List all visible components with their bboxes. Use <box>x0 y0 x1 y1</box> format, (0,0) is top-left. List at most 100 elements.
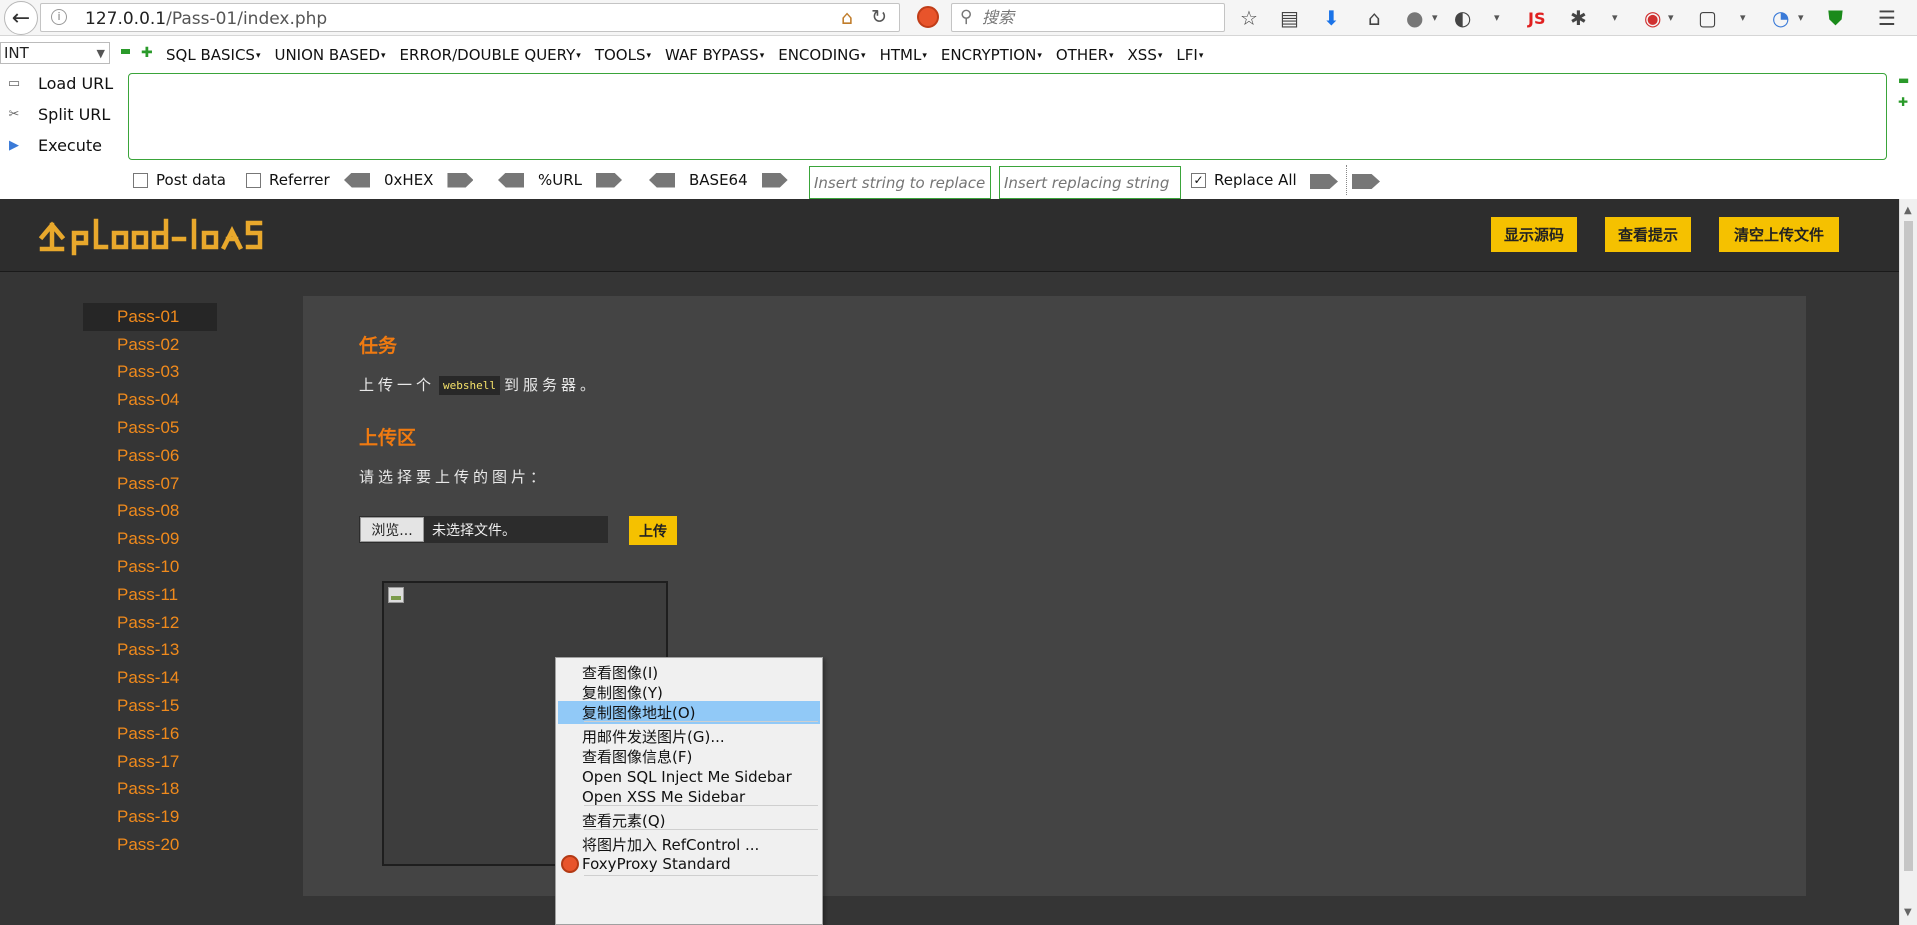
chevron-down-icon[interactable]: ▾ <box>1612 11 1618 24</box>
reload-icon[interactable]: ↻ <box>871 6 887 28</box>
decode-arrow-icon[interactable] <box>649 172 675 188</box>
replace-all-checkbox[interactable]: ✓ Replace All <box>1191 171 1297 189</box>
clear-uploads-button[interactable]: 清空上传文件 <box>1719 217 1839 252</box>
search-input[interactable] <box>982 7 1212 28</box>
plus-icon[interactable]: ✚ <box>1898 95 1908 109</box>
palette-icon[interactable]: ◐ <box>1454 4 1471 32</box>
nav-item-pass-08[interactable]: Pass-08 <box>83 498 217 526</box>
addon-globe-icon[interactable]: ● <box>1406 4 1423 32</box>
nav-item-pass-16[interactable]: Pass-16 <box>83 720 217 748</box>
nav-item-pass-02[interactable]: Pass-02 <box>83 331 217 359</box>
nav-item-pass-20[interactable]: Pass-20 <box>83 831 217 859</box>
browse-button[interactable]: 浏览... <box>360 517 424 542</box>
language-icon[interactable]: ◔ <box>1772 4 1789 32</box>
home-icon[interactable]: ⌂ <box>841 7 853 29</box>
type-select-value: INT <box>4 44 29 62</box>
encode-arrow-icon[interactable] <box>447 172 474 188</box>
context-menu-item[interactable]: FoxyProxy Standard <box>558 852 820 875</box>
nav-item-pass-09[interactable]: Pass-09 <box>83 525 217 553</box>
hackbar-menu-item[interactable]: WAF BYPASS <box>665 46 764 64</box>
nav-item-pass-17[interactable]: Pass-17 <box>83 748 217 776</box>
replace-all-arrow-icon[interactable] <box>1352 174 1380 189</box>
search-box[interactable]: ⚲ <box>951 3 1225 32</box>
noscript-icon[interactable] <box>917 6 939 28</box>
minus-icon[interactable]: ▬ <box>1898 73 1909 87</box>
nav-item-pass-11[interactable]: Pass-11 <box>83 581 217 609</box>
chevron-down-icon[interactable]: ▾ <box>1668 11 1674 24</box>
address-bar[interactable]: i 127.0.0.1/Pass-01/index.php ⌂ ↻ <box>40 3 900 32</box>
nav-item-pass-10[interactable]: Pass-10 <box>83 553 217 581</box>
nav-item-pass-18[interactable]: Pass-18 <box>83 776 217 804</box>
scroll-up-icon[interactable]: ▲ <box>1904 205 1912 216</box>
chevron-down-icon[interactable]: ▾ <box>1740 11 1746 24</box>
nav-item-pass-15[interactable]: Pass-15 <box>83 692 217 720</box>
hackbar-menu-item[interactable]: ENCRYPTION <box>941 46 1042 64</box>
page-scrollbar[interactable]: ▲ ▼ <box>1899 199 1917 925</box>
hamburger-menu-icon[interactable]: ☰ <box>1878 4 1896 32</box>
encode-arrow-icon[interactable] <box>596 172 623 188</box>
checkbox-box[interactable] <box>133 172 148 188</box>
nav-item-pass-12[interactable]: Pass-12 <box>83 609 217 637</box>
info-icon[interactable]: i <box>51 9 67 25</box>
download-icon[interactable]: ⬇ <box>1323 4 1340 32</box>
encode-arrow-icon[interactable] <box>761 172 788 188</box>
context-menu-label: Open XSS Me Sidebar <box>582 787 746 806</box>
chevron-down-icon[interactable]: ▾ <box>1432 11 1438 24</box>
broken-image-icon <box>388 587 404 603</box>
chevron-down-icon[interactable]: ▾ <box>1798 11 1804 24</box>
execute-button[interactable]: ▶ Execute <box>0 133 120 157</box>
replace-arrow-icon[interactable] <box>1310 174 1338 189</box>
hackbar-menu-item[interactable]: HTML <box>880 46 927 64</box>
replacing-string-input[interactable] <box>999 166 1181 199</box>
replace-string-input[interactable] <box>809 166 991 199</box>
hackbar-menu-item[interactable]: TOOLS <box>595 46 651 64</box>
nav-item-pass-03[interactable]: Pass-03 <box>83 359 217 387</box>
scroll-down-icon[interactable]: ▼ <box>1904 907 1912 918</box>
shield-icon[interactable]: ⛊ <box>1828 4 1843 32</box>
hackbar-menu-item[interactable]: SQL BASICS <box>166 46 260 64</box>
home-button-icon[interactable]: ⌂ <box>1368 4 1381 32</box>
post-data-checkbox[interactable]: Post data <box>133 171 226 189</box>
hackbar-menu-item[interactable]: UNION BASED <box>274 46 385 64</box>
hackbar-menu-item[interactable]: XSS <box>1128 46 1163 64</box>
reading-list-icon[interactable]: ▤ <box>1280 4 1299 32</box>
bug-icon[interactable]: ✱ <box>1570 4 1587 32</box>
decode-arrow-icon[interactable] <box>344 172 370 188</box>
plus-icon[interactable]: ✚ <box>141 45 153 61</box>
load-url-button[interactable]: ▭ Load URL <box>0 71 120 95</box>
hackbar-menu-item[interactable]: LFI <box>1176 46 1203 64</box>
url-host: 127.0.0.1 <box>85 9 167 29</box>
show-hint-button[interactable]: 查看提示 <box>1605 217 1691 252</box>
nav-item-pass-06[interactable]: Pass-06 <box>83 442 217 470</box>
hackbar-menu-item[interactable]: OTHER <box>1056 46 1114 64</box>
referrer-checkbox[interactable]: Referrer <box>246 171 330 189</box>
js-toggle-icon[interactable]: JS <box>1528 4 1545 32</box>
split-url-label: Split URL <box>38 104 111 124</box>
hackbar-menu-item[interactable]: ERROR/DOUBLE QUERY <box>400 46 581 64</box>
file-input[interactable]: 浏览... 未选择文件。 <box>359 516 608 543</box>
nav-item-pass-01[interactable]: Pass-01 <box>83 303 217 331</box>
nav-item-pass-05[interactable]: Pass-05 <box>83 414 217 442</box>
nav-item-pass-19[interactable]: Pass-19 <box>83 803 217 831</box>
url-textarea[interactable] <box>128 73 1887 160</box>
checkbox-box[interactable]: ✓ <box>1191 172 1206 188</box>
hackbar-menu-item[interactable]: ENCODING <box>778 46 865 64</box>
nav-item-pass-13[interactable]: Pass-13 <box>83 637 217 665</box>
nav-item-pass-14[interactable]: Pass-14 <box>83 664 217 692</box>
split-url-button[interactable]: ✂ Split URL <box>0 102 120 126</box>
checkbox-box[interactable] <box>246 172 261 188</box>
back-button[interactable]: ← <box>4 1 38 35</box>
chevron-down-icon[interactable]: ▾ <box>1494 11 1500 24</box>
scrollbar-thumb[interactable] <box>1904 221 1913 871</box>
type-select[interactable]: INT ▼ <box>0 42 110 64</box>
upload-button[interactable]: 上传 <box>629 516 677 545</box>
proxy-icon[interactable]: ◉ <box>1644 4 1661 32</box>
nav-item-pass-04[interactable]: Pass-04 <box>83 386 217 414</box>
minus-icon[interactable] <box>121 49 130 54</box>
show-source-button[interactable]: 显示源码 <box>1491 217 1577 252</box>
url-text[interactable]: 127.0.0.1/Pass-01/index.php <box>85 9 327 29</box>
nav-item-pass-07[interactable]: Pass-07 <box>83 470 217 498</box>
decode-arrow-icon[interactable] <box>498 172 524 188</box>
bookmark-star-icon[interactable]: ☆ <box>1240 4 1258 32</box>
screenshot-icon[interactable]: ▢ <box>1698 4 1717 32</box>
